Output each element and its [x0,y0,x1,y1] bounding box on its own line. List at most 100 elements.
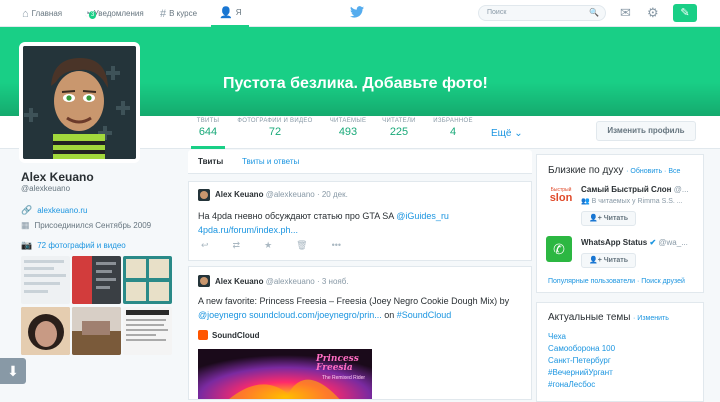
card-artwork[interactable]: Princess Freesia The Remixed Rider [198,349,372,399]
search-icon[interactable]: 🔍 [589,8,599,17]
search-input[interactable]: Поиск 🔍 [478,5,606,21]
follow-button[interactable]: 👤+ Читать [581,253,636,268]
hashtag-icon: # [160,7,167,20]
tweet-card[interactable]: Alex Keuano @alexkeuano · 3 нояб. A new … [188,266,532,400]
tweet-author[interactable]: Alex Keuano @alexkeuano · 20 дек. [215,190,348,199]
whatsapp-logo-icon[interactable]: ✆ [546,236,572,262]
follow-button[interactable]: 👤+ Читать [581,211,636,226]
tweet-url-link[interactable]: 4pda.ru/forum/index.ph... [198,225,298,235]
trends-change-link[interactable]: · Изменить [633,315,669,322]
stat-value: 4 [449,126,457,138]
stat-label: ИЗБРАННОЕ [433,118,473,124]
media-thumbnail[interactable] [21,307,70,355]
top-navigation-bar: ⌂ Главная ◔ 3 Уведомления # В курсе 👤 Я П… [0,0,720,27]
media-thumbnail[interactable] [72,307,121,355]
screenshot-thumbnail-image [24,260,66,293]
media-thumbnail[interactable] [123,307,172,355]
favorite-icon[interactable]: ★ [264,240,272,251]
suggested-user-context-text: В читаемых у Rimma S.S. ... [591,198,683,205]
delete-icon[interactable]: 🗑 [296,240,307,251]
verified-icon: ✔ [649,238,657,247]
tab-tweets[interactable]: Твиты [198,157,223,166]
stat-following[interactable]: ЧИТАЕМЫЕ 493 [328,118,368,149]
slon-logo-main-text: slon [549,192,573,204]
website-link[interactable]: alexkeuano.ru [37,206,87,215]
media-link[interactable]: 📷 72 фотографий и видео [21,240,126,251]
nav-me[interactable]: 👤 Я [211,0,250,27]
suggested-user-name[interactable]: WhatsApp Status [581,238,647,247]
stat-followers[interactable]: ЧИТАТЕЛИ 225 [380,118,418,149]
album-art-subtitle: The Remixed Rider [322,375,366,381]
refresh-all-links[interactable]: · Обновить · Все [626,168,680,175]
person-icon: 👤 [219,7,233,19]
trend-item[interactable]: Самооборона 100 [548,343,615,355]
follow-icon: 👤+ [588,257,604,264]
tweet-avatar[interactable] [198,189,210,201]
tweet-card[interactable]: Alex Keuano @alexkeuano · 20 дек. На 4pd… [188,181,532,261]
stat-tweets[interactable]: ТВИТЫ 644 [191,118,225,149]
notification-count-badge: 3 [89,10,97,19]
nav-discover-label: В курсе [169,9,198,18]
avatar-cartoon-image [23,46,136,159]
profile-avatar[interactable] [19,42,140,163]
trends-card: Актуальные темы · Изменить Чеха Самообор… [536,302,704,402]
suggested-user-name[interactable]: Самый Быстрый Слон [581,185,672,194]
profile-handle[interactable]: @alexkeuano [21,184,70,193]
article-thumbnail-image [126,310,169,341]
suggested-user[interactable]: WhatsApp Status ✔ @wa_... [581,238,688,247]
retweet-icon[interactable]: ⇄ [233,240,241,251]
trend-item[interactable]: #гонаЛесбос [548,379,615,391]
compose-tweet-button[interactable]: ✎ [673,4,697,22]
download-button[interactable]: ⬇ [0,358,26,384]
media-thumbnail[interactable] [72,256,121,304]
tweet-author-name[interactable]: Alex Keuano [215,190,263,199]
trend-item[interactable]: Чеха [548,331,615,343]
gear-icon[interactable]: ⚙ [647,5,659,21]
stat-value: 225 [389,126,409,138]
tweet-text: A new favorite: Princess Freesia – Frees… [198,294,518,322]
timeline-tabs: Твиты Твиты и ответы [188,150,532,174]
messages-icon[interactable]: ✉ [620,5,631,21]
twitter-bird-icon[interactable] [350,6,364,18]
nav-notifications[interactable]: ◔ 3 Уведомления [84,0,144,27]
stat-value: 644 [198,126,218,138]
tweet-meta[interactable]: @alexkeuano · 3 нояб. [266,277,349,286]
slon-logo[interactable]: Быстрый slon [546,187,576,213]
tweet-meta[interactable]: @alexkeuano · 20 дек. [266,190,348,199]
tweet-author-name[interactable]: Alex Keuano [215,277,263,286]
more-dropdown[interactable]: Ещё ⌄ [491,128,523,139]
tweet-actions: ↩ ⇄ ★ 🗑 ••• [201,240,341,251]
banner-empty-text: Пустота безлика. Добавьте фото! [223,75,488,92]
profile-name[interactable]: Alex Keuano [21,170,94,184]
who-to-follow-card: Близкие по духу · Обновить · Все Быстрый… [536,154,704,293]
trend-item[interactable]: #ВечернийУргант [548,367,615,379]
tab-tweets-replies[interactable]: Твиты и ответы [242,157,299,166]
stat-favorites[interactable]: ИЗБРАННОЕ 4 [431,118,475,149]
reply-icon[interactable]: ↩ [201,240,209,251]
nav-home[interactable]: ⌂ Главная [22,0,62,27]
media-label[interactable]: 72 фотографий и видео [37,241,126,250]
edit-profile-button[interactable]: Изменить профиль [596,121,696,141]
trends-list: Чеха Самооборона 100 Санкт-Петербург #Ве… [548,331,615,391]
card-source[interactable]: SoundCloud [198,330,260,340]
card-source-label: SoundCloud [212,330,260,340]
mention-link[interactable]: @iGuides_ru [396,211,449,221]
hashtag-link[interactable]: #SoundCloud [397,310,452,320]
trend-item[interactable]: Санкт-Петербург [548,355,615,367]
nav-home-label: Главная [31,9,63,18]
profile-website[interactable]: 🔗 alexkeuano.ru [21,205,87,216]
soundcloud-link[interactable]: @joeynegro soundcloud.com/joeynegro/prin… [198,310,382,320]
soundcloud-icon [198,330,208,340]
joined-label: Присоединился Сентябрь 2009 [34,221,152,230]
media-thumbnail[interactable] [123,256,172,304]
media-thumbnail[interactable] [21,256,70,304]
tweet-avatar[interactable] [198,275,210,287]
stat-label: ФОТОГРАФИИ И ВИДЕО [237,118,313,124]
tweet-author[interactable]: Alex Keuano @alexkeuano · 3 нояб. [215,277,349,286]
popular-users-links[interactable]: Популярные пользователи · Поиск друзей [548,278,685,285]
more-icon[interactable]: ••• [332,240,341,251]
app-screenshot-thumbnail-image [72,256,116,304]
suggested-user[interactable]: Самый Быстрый Слон @... [581,185,699,194]
nav-discover[interactable]: # В курсе [160,0,197,27]
stat-photos-videos[interactable]: ФОТОГРАФИИ И ВИДЕО 72 [233,118,317,149]
